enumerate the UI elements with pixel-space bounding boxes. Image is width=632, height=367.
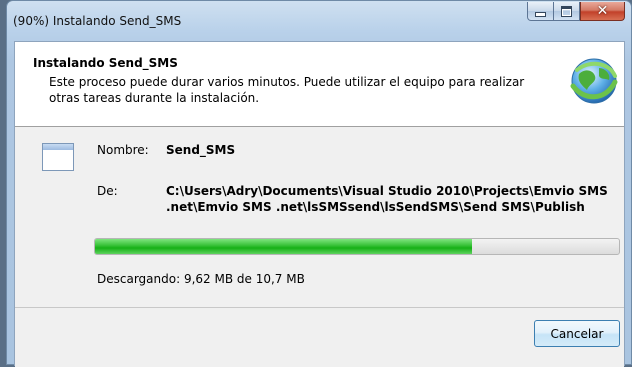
maximize-icon	[561, 5, 572, 17]
details-section: Nombre: Send_SMS De: C:\Users\Adry\Docum…	[15, 127, 624, 307]
dialog-footer: Cancelar	[15, 307, 624, 367]
title-bar[interactable]: (90%) Instalando Send_SMS ✕	[7, 1, 631, 41]
from-label: De:	[97, 184, 118, 198]
maximize-button[interactable]	[554, 2, 580, 21]
progress-fill	[95, 239, 473, 254]
close-button[interactable]: ✕	[580, 2, 625, 21]
cancel-button[interactable]: Cancelar	[534, 320, 620, 347]
minimize-button[interactable]	[527, 2, 554, 21]
installer-globe-icon	[570, 58, 618, 104]
from-path-value: C:\Users\Adry\Documents\Visual Studio 20…	[166, 184, 608, 214]
name-label: Nombre:	[97, 143, 149, 157]
minimize-icon	[535, 12, 546, 17]
close-icon: ✕	[596, 3, 609, 19]
application-window-icon	[42, 143, 74, 171]
download-progress-bar	[94, 238, 620, 255]
name-value: Send_SMS	[166, 143, 236, 157]
installer-window: (90%) Instalando Send_SMS ✕ Instalando S…	[6, 0, 632, 367]
header-description: Este proceso puede durar varios minutos.…	[49, 75, 525, 105]
window-title: (90%) Instalando Send_SMS	[13, 14, 182, 28]
download-status: Descargando: 9,62 MB de 10,7 MB	[97, 272, 305, 286]
dialog-header: Instalando Send_SMS Este proceso puede d…	[15, 42, 624, 127]
dialog-client-area: Instalando Send_SMS Este proceso puede d…	[14, 41, 625, 367]
header-title: Instalando Send_SMS	[33, 56, 178, 70]
